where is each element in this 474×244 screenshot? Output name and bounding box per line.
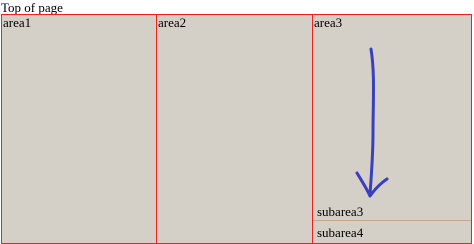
subarea4-panel: subarea4	[313, 222, 471, 242]
top-of-page-label: Top of page	[1, 0, 63, 15]
down-arrow-icon	[355, 47, 389, 198]
area2-panel: area2	[156, 14, 313, 244]
area3-label: area3	[314, 15, 343, 30]
area1-label: area1	[3, 15, 32, 30]
area3-panel: area3 subarea3 subarea4	[312, 14, 472, 244]
area1-panel: area1	[1, 14, 157, 244]
subarea4-label: subarea4	[317, 225, 364, 240]
area2-label: area2	[158, 15, 187, 30]
subarea3-label: subarea3	[317, 204, 364, 219]
subarea3-panel: subarea3	[313, 201, 471, 221]
